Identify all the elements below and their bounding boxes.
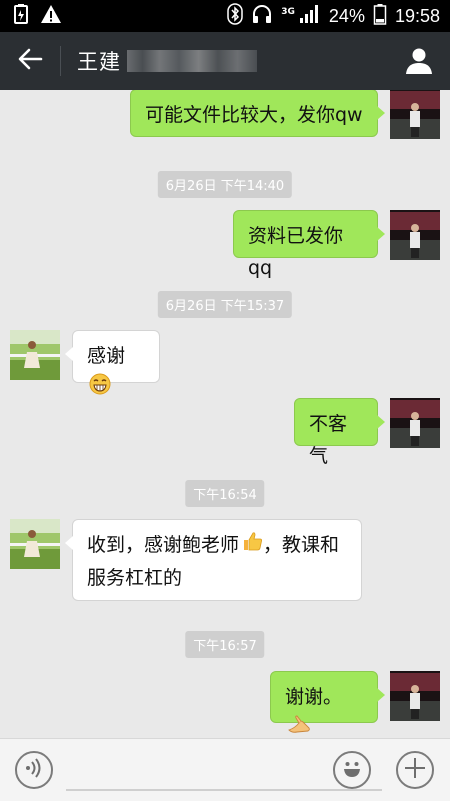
voice-button[interactable]: [15, 751, 53, 789]
emoji-icon: [337, 753, 367, 787]
chat-area[interactable]: 可能文件比较大，发你qw 6月26日 下午14:40 资料已发你qq 6月26日…: [0, 90, 450, 738]
battery-icon: [373, 3, 387, 29]
message-bubble[interactable]: 资料已发你qq: [233, 210, 385, 279]
message-text: 不客气: [309, 413, 348, 467]
voice-icon: [24, 757, 44, 783]
more-button[interactable]: [396, 751, 434, 789]
message-bubble[interactable]: 感谢: [65, 330, 160, 394]
message-text: 服务杠杠的: [87, 566, 183, 589]
message-text: 收到，感谢鲍老师: [87, 534, 240, 556]
message-text: 谢谢。: [285, 686, 343, 708]
message-row: 谢谢。: [0, 671, 450, 733]
clock: 19:58: [394, 5, 440, 26]
status-bar: 3G 24% 19:58: [0, 0, 450, 32]
avatar[interactable]: [390, 210, 440, 260]
header-divider: [60, 46, 61, 76]
plus-icon: [404, 757, 426, 783]
avatar[interactable]: [10, 519, 60, 569]
person-icon: [404, 48, 434, 80]
redacted-name: [127, 50, 257, 72]
message-bubble[interactable]: 不客气: [294, 398, 385, 467]
message-row: 感谢: [0, 330, 450, 394]
back-arrow-icon: [17, 46, 43, 76]
message-bubble[interactable]: 可能文件比较大，发你qw: [130, 90, 385, 137]
headphones-icon: [251, 3, 273, 29]
message-text: 可能文件比较大，发你qw: [145, 104, 363, 126]
avatar[interactable]: [390, 90, 440, 139]
timestamp: 下午16:54: [185, 480, 265, 507]
chat-header: 王建: [0, 32, 450, 90]
avatar[interactable]: [390, 398, 440, 448]
message-bubble[interactable]: 谢谢。: [270, 671, 385, 733]
message-text: ，教课和: [263, 534, 340, 556]
message-input[interactable]: [66, 789, 382, 791]
profile-button[interactable]: [404, 46, 434, 76]
message-text: 资料已发你qq: [248, 225, 344, 279]
message-bubble[interactable]: 收到，感谢鲍老师 ，教课和 服务杠杠的: [65, 519, 362, 601]
network-type: 3G: [281, 7, 295, 17]
battery-warning-icon: [10, 3, 32, 29]
message-row: 收到，感谢鲍老师 ，教课和 服务杠杠的: [0, 519, 450, 603]
input-bar: [0, 738, 450, 801]
avatar[interactable]: [10, 330, 60, 380]
signal-icon: [299, 4, 321, 28]
bluetooth-icon: [227, 3, 244, 29]
battery-percent: 24%: [328, 5, 365, 26]
thumbs-up-emoji-icon: [241, 530, 263, 562]
timestamp: 6月26日 下午14:40: [157, 171, 293, 198]
alert-icon: [40, 3, 62, 29]
back-button[interactable]: [0, 32, 60, 90]
hand-emoji-icon: [287, 714, 311, 739]
message-row: 不客气: [0, 398, 450, 467]
chat-title: 王建: [77, 50, 121, 74]
avatar[interactable]: [390, 671, 440, 721]
message-text: 感谢: [87, 345, 126, 367]
message-row: 资料已发你qq: [0, 210, 450, 279]
timestamp: 6月26日 下午15:37: [157, 291, 293, 318]
timestamp: 下午16:57: [185, 631, 265, 658]
emoji-button[interactable]: [333, 751, 371, 789]
message-row: 可能文件比较大，发你qw: [0, 90, 450, 139]
